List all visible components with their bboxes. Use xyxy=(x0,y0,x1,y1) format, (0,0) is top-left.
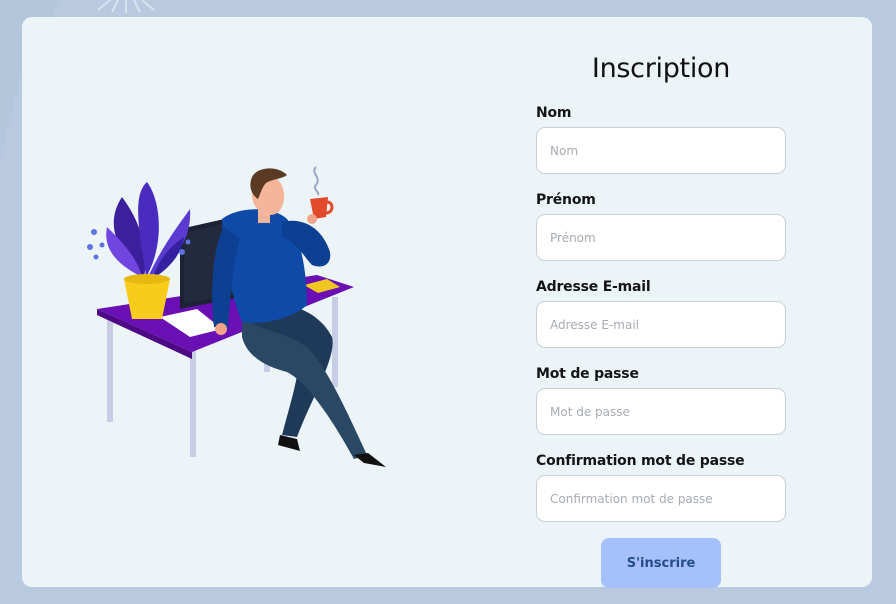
prenom-label: Prénom xyxy=(536,192,596,208)
password-confirm-label: Confirmation mot de passe xyxy=(536,453,745,469)
prenom-input[interactable] xyxy=(536,214,786,261)
password-confirm-input[interactable] xyxy=(536,475,786,522)
form-title: Inscription xyxy=(591,53,731,84)
nom-input[interactable] xyxy=(536,127,786,174)
signup-card: Inscription Nom Prénom Adresse E-mail Mo… xyxy=(22,17,872,588)
field-password: Mot de passe xyxy=(536,364,786,435)
signup-button[interactable]: S'inscrire xyxy=(601,538,721,588)
man-drinking-coffee-illustration xyxy=(87,166,386,467)
field-prenom: Prénom xyxy=(536,190,786,261)
field-nom: Nom xyxy=(536,103,786,174)
password-input[interactable] xyxy=(536,388,786,435)
email-label: Adresse E-mail xyxy=(536,279,651,295)
password-label: Mot de passe xyxy=(536,366,639,382)
field-email: Adresse E-mail xyxy=(536,277,786,348)
field-password-confirm: Confirmation mot de passe xyxy=(536,451,786,522)
email-input[interactable] xyxy=(536,301,786,348)
nom-label: Nom xyxy=(536,105,572,121)
